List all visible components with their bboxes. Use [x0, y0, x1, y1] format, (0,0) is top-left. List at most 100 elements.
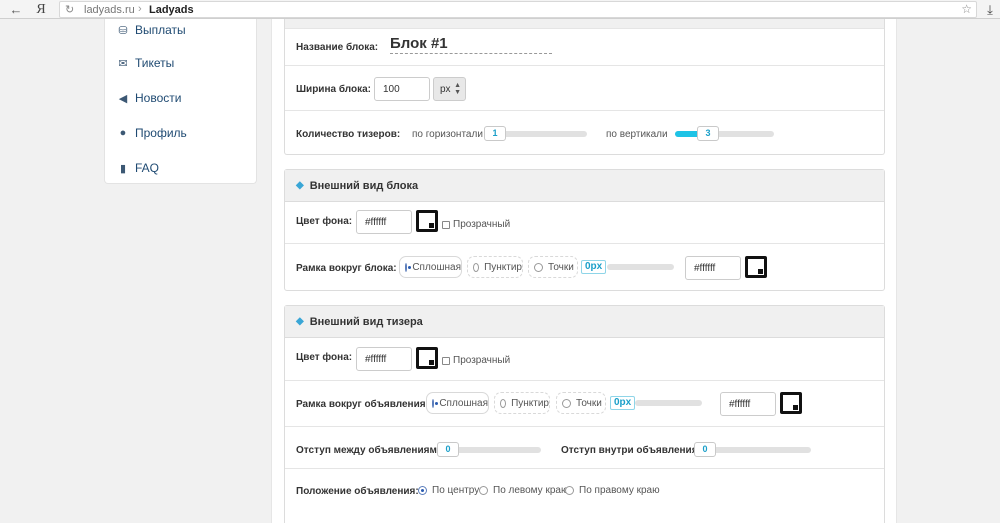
block-transparent-checkbox[interactable] — [442, 221, 450, 229]
teaser-appearance-header: ◆ Внешний вид тизера — [285, 306, 884, 338]
vertical-slider-handle[interactable]: 3 — [697, 126, 719, 141]
sidebar-item-payouts[interactable]: ⛁ Выплаты — [117, 21, 186, 39]
reload-icon[interactable]: ↻ — [65, 3, 74, 16]
sidebar-item-label: Профиль — [135, 126, 187, 140]
teaser-transparent-label: Прозрачный — [453, 355, 511, 366]
width-unit-select[interactable]: px ▲ ▼ — [433, 77, 466, 101]
bookmark-star-icon[interactable]: ☆ — [961, 2, 972, 16]
block-border-row: Рамка вокруг блока: Сплошная Пунктир Точ… — [285, 244, 884, 290]
gap-between-label: Отступ между объявлениями: — [296, 445, 447, 456]
sidebar-item-label: Новости — [135, 91, 182, 105]
position-label: Положение объявления: — [296, 486, 419, 497]
teaser-border-dashed-label: Пунктир — [511, 397, 549, 409]
teaser-count-label: Количество тизеров: — [296, 129, 401, 140]
block-settings-panel: Название блока: Ширина блока: px ▲▼ Коли… — [284, 19, 885, 155]
teaser-border-width-slider[interactable] — [635, 400, 702, 406]
position-center-radio[interactable]: По центру — [418, 485, 479, 496]
teaser-border-solid-radio[interactable]: Сплошная — [426, 392, 489, 414]
teaser-bg-label: Цвет фона: — [296, 352, 353, 363]
block-border-color-input[interactable] — [685, 256, 741, 280]
panel-header-strip — [285, 19, 884, 29]
page-title: Ladyads — [149, 4, 194, 16]
url-domain: ladyads.ru — [84, 4, 135, 16]
speaker-icon: ◀ — [118, 92, 128, 105]
teaser-border-dotted-label: Точки — [576, 397, 602, 409]
block-bg-row: Цвет фона: Прозрачный — [285, 202, 884, 244]
teaser-border-solid-label: Сплошная — [439, 397, 488, 409]
sidebar-item-label: Тикеты — [135, 56, 175, 70]
browser-toolbar: ← Я ↻ ladyads.ru › Ladyads ☆ ⤓ — [0, 0, 1000, 19]
teaser-bg-color-input[interactable] — [356, 347, 412, 371]
teaser-position-row: Положение объявления: По центру По левом… — [285, 469, 884, 511]
gap-between-slider[interactable]: 0 — [437, 442, 541, 457]
block-appearance-header: ◆ Внешний вид блока — [285, 170, 884, 202]
teaser-border-width-value: 0px — [610, 396, 636, 410]
block-bg-label: Цвет фона: — [296, 216, 353, 227]
radio-icon — [418, 486, 427, 495]
horizontal-label: по горизонтали — [412, 129, 483, 140]
block-name-input[interactable] — [390, 34, 552, 54]
teaser-transparent-checkbox[interactable] — [442, 357, 450, 365]
horizontal-slider-handle[interactable]: 1 — [484, 126, 506, 141]
block-border-label: Рамка вокруг блока: — [296, 263, 397, 274]
teaser-border-row: Рамка вокруг объявления: Сплошная Пункти… — [285, 381, 884, 427]
address-bar[interactable]: ↻ ladyads.ru › Ladyads ☆ — [59, 1, 977, 18]
block-border-dotted-radio[interactable]: Точки — [528, 256, 578, 278]
gap-between-slider-handle[interactable]: 0 — [437, 442, 459, 457]
block-width-input[interactable] — [374, 77, 430, 101]
block-appearance-panel: ◆ Внешний вид блока Цвет фона: Прозрачны… — [284, 169, 885, 291]
sidebar-item-tickets[interactable]: ✉ Тикеты — [117, 54, 174, 72]
position-left-radio[interactable]: По левому краю — [479, 485, 568, 496]
block-border-dotted-label: Точки — [548, 261, 574, 273]
diamond-icon: ◆ — [296, 316, 304, 327]
radio-icon — [562, 398, 571, 408]
teaser-border-dashed-radio[interactable]: Пунктир — [494, 392, 550, 414]
teaser-appearance-panel: ◆ Внешний вид тизера Цвет фона: Прозрачн… — [284, 305, 885, 523]
envelope-icon: ✉ — [118, 57, 128, 70]
block-border-dashed-label: Пунктир — [484, 261, 522, 273]
block-border-color-picker[interactable] — [745, 256, 767, 278]
block-border-width-slider[interactable] — [607, 264, 674, 270]
gap-inside-slider[interactable]: 0 — [694, 442, 811, 457]
book-icon: ▮ — [119, 162, 127, 175]
back-arrow-icon[interactable]: ← — [8, 2, 24, 17]
teaser-count-row: Количество тизеров: по горизонтали 1 по … — [285, 111, 884, 155]
position-center-label: По центру — [432, 485, 480, 496]
radio-icon — [432, 398, 439, 408]
horizontal-slider[interactable]: 1 — [484, 126, 587, 141]
block-transparent-label: Прозрачный — [453, 219, 511, 230]
teaser-border-color-picker[interactable] — [780, 392, 802, 414]
gap-inside-slider-handle[interactable]: 0 — [694, 442, 716, 457]
select-arrows-icon: ▲ ▼ — [454, 82, 461, 96]
block-width-row: Ширина блока: px ▲▼ — [285, 66, 884, 111]
sidebar-item-faq[interactable]: ▮ FAQ — [117, 159, 159, 177]
block-bg-color-picker[interactable] — [416, 210, 438, 232]
width-unit-value: px — [440, 83, 451, 95]
gap-inside-label: Отступ внутри объявления: — [561, 445, 701, 456]
teaser-border-color-input[interactable] — [720, 392, 776, 416]
sidebar-item-profile[interactable]: ● Профиль — [117, 124, 187, 142]
block-name-label: Название блока: — [296, 42, 379, 53]
block-name-row: Название блока: — [285, 29, 884, 66]
block-border-solid-radio[interactable]: Сплошная — [399, 256, 462, 278]
position-right-label: По правому краю — [579, 485, 660, 496]
user-icon: ● — [119, 127, 127, 139]
url-separator: › — [138, 3, 142, 15]
sidebar-item-news[interactable]: ◀ Новости — [117, 89, 182, 107]
vertical-label: по вертикали — [606, 129, 668, 140]
block-bg-color-input[interactable] — [356, 210, 412, 234]
database-icon: ⛁ — [118, 24, 128, 37]
sidebar-item-label: Выплаты — [135, 23, 186, 37]
radio-icon — [479, 486, 488, 495]
position-right-radio[interactable]: По правому краю — [565, 485, 660, 496]
radio-icon — [473, 262, 480, 272]
vertical-slider[interactable]: 3 — [675, 126, 774, 141]
yandex-logo-icon[interactable]: Я — [33, 2, 49, 17]
teaser-bg-color-picker[interactable] — [416, 347, 438, 369]
teaser-border-dotted-radio[interactable]: Точки — [556, 392, 606, 414]
teaser-gaps-row: Отступ между объявлениями: 0 Отступ внут… — [285, 427, 884, 469]
block-border-dashed-radio[interactable]: Пунктир — [467, 256, 523, 278]
download-icon[interactable]: ⤓ — [982, 2, 998, 17]
diamond-icon: ◆ — [296, 180, 304, 191]
radio-icon — [565, 486, 574, 495]
